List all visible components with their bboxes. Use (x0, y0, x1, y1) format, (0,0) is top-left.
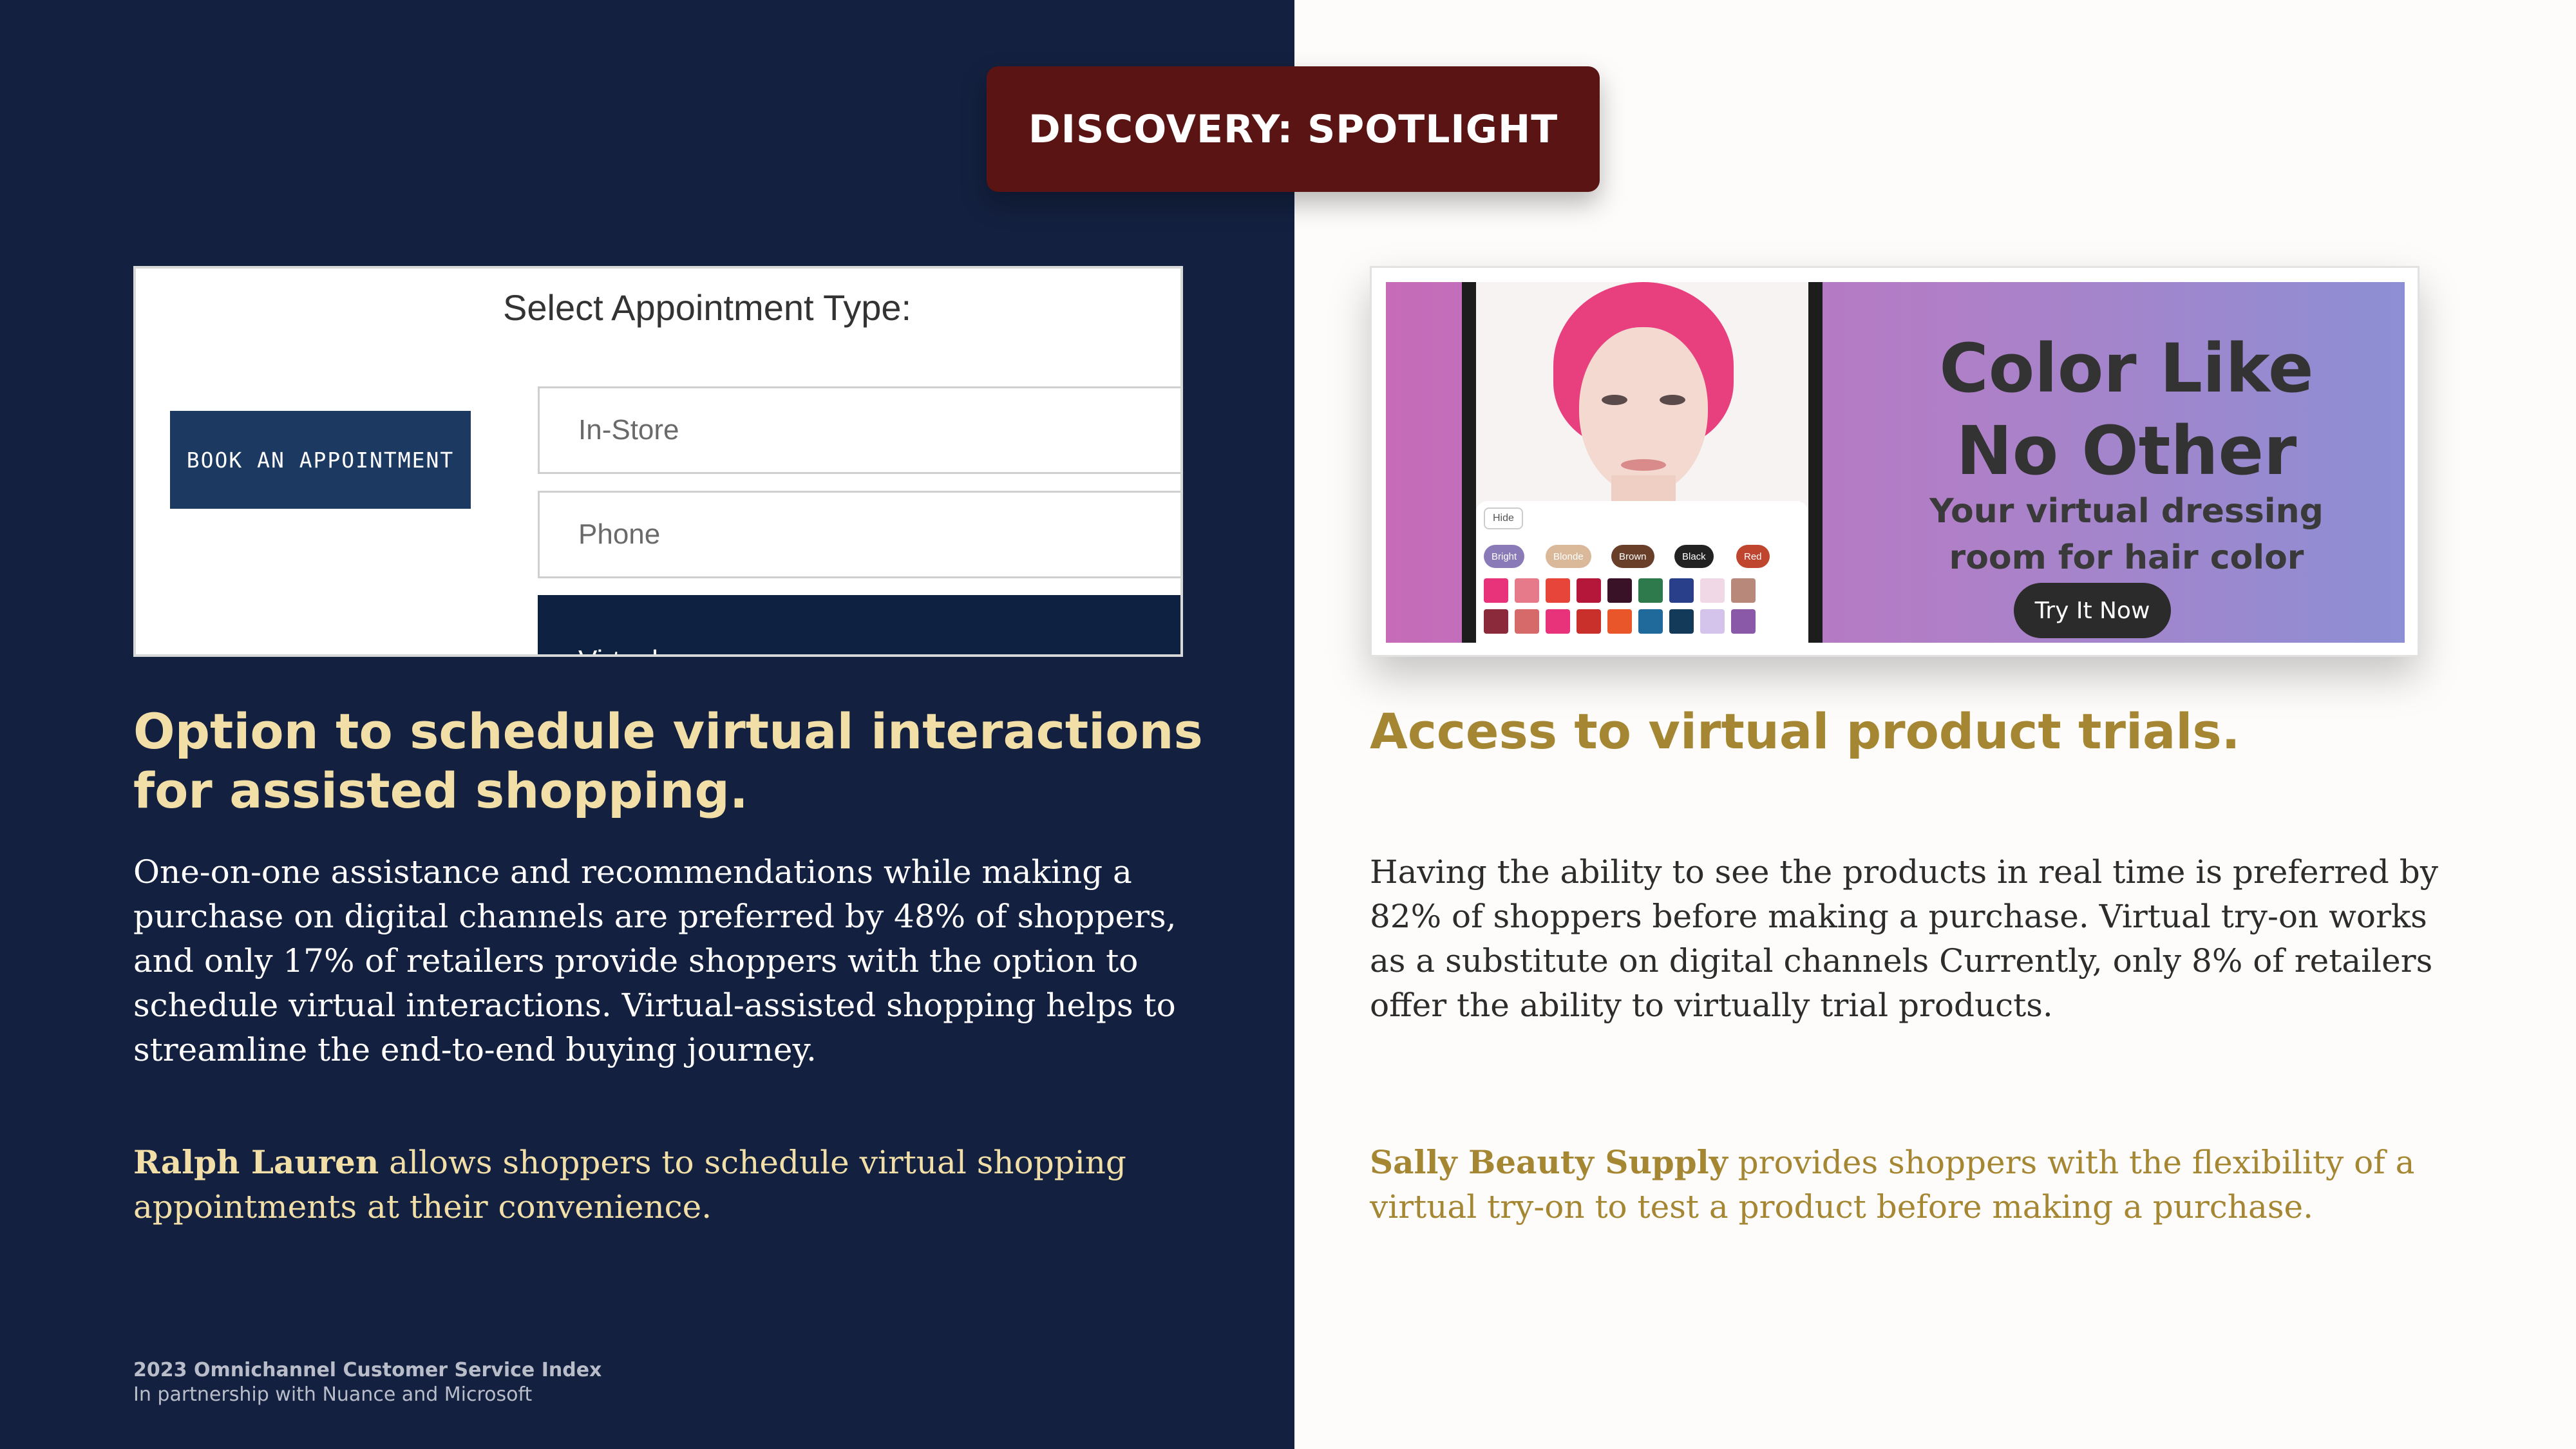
hide-button[interactable]: Hide (1484, 507, 1523, 529)
swatch[interactable] (1731, 609, 1756, 634)
swatch[interactable] (1638, 578, 1663, 603)
swatch[interactable] (1484, 609, 1508, 634)
swatch[interactable] (1515, 578, 1539, 603)
right-example-brand: Sally Beauty Supply (1370, 1143, 1728, 1181)
virtual-trial-screenshot: Hide Bright Blonde Brown Black Red Color… (1370, 266, 2420, 657)
left-headline: Option to schedule virtual interactions … (133, 703, 1203, 819)
swatch[interactable] (1669, 609, 1694, 634)
swatch-selected[interactable] (1546, 609, 1570, 634)
swatch[interactable] (1515, 609, 1539, 634)
option-virtual[interactable]: Virtual (538, 595, 1180, 654)
chip-black[interactable]: Black (1674, 545, 1714, 568)
appointment-type-title: Select Appointment Type: (503, 287, 912, 328)
promo-subtitle-line-2: room for hair color (1949, 538, 2304, 577)
swatch[interactable] (1577, 578, 1601, 603)
promo-title-line-1: Color Like (1939, 329, 2314, 408)
section-banner: DISCOVERY: SPOTLIGHT (987, 66, 1600, 192)
swatch[interactable] (1700, 609, 1725, 634)
left-body: One-on-one assistance and recommendation… (133, 853, 1177, 1068)
book-appointment-button[interactable]: BOOK AN APPOINTMENT (170, 411, 471, 509)
chip-brown[interactable]: Brown (1611, 545, 1654, 568)
phone-mockup: Hide Bright Blonde Brown Black Red (1462, 282, 1823, 643)
swatch[interactable] (1607, 609, 1632, 634)
color-picker-panel: Hide Bright Blonde Brown Black Red (1476, 501, 1808, 643)
swatch[interactable] (1638, 609, 1663, 634)
footer-subtitle: In partnership with Nuance and Microsoft (133, 1383, 533, 1406)
option-phone[interactable]: Phone (538, 491, 1180, 578)
model-portrait (1476, 282, 1808, 520)
promo-subtitle-line-1: Your virtual dressing (1929, 492, 2324, 531)
left-example-brand: Ralph Lauren (133, 1143, 379, 1181)
promo-title: Color Like No Other (1914, 327, 2339, 492)
right-example: Sally Beauty Supply provides shoppers wi… (1370, 1140, 2458, 1229)
right-headline: Access to virtual product trials. (1370, 703, 2240, 760)
left-example: Ralph Lauren allows shoppers to schedule… (133, 1140, 1228, 1229)
footer-title: 2023 Omnichannel Customer Service Index (133, 1359, 602, 1381)
chip-red[interactable]: Red (1736, 545, 1770, 568)
option-in-store[interactable]: In-Store (538, 386, 1180, 474)
try-it-now-button[interactable]: Try It Now (2014, 583, 2171, 638)
swatch[interactable] (1607, 578, 1632, 603)
model-eye-left (1602, 395, 1627, 405)
swatch[interactable] (1700, 578, 1725, 603)
promo-title-line-2: No Other (1956, 412, 2297, 490)
swatch[interactable] (1669, 578, 1694, 603)
promo-subtitle: Your virtual dressing room for hair colo… (1901, 488, 2352, 581)
right-body: Having the ability to see the products i… (1370, 853, 2438, 1024)
model-eye-right (1660, 395, 1685, 405)
model-lips (1621, 459, 1666, 471)
appointment-screenshot: Select Appointment Type: BOOK AN APPOINT… (133, 266, 1183, 657)
swatch[interactable] (1484, 578, 1508, 603)
chip-bright[interactable]: Bright (1484, 545, 1525, 568)
chip-blonde[interactable]: Blonde (1546, 545, 1591, 568)
swatch[interactable] (1731, 578, 1756, 603)
promo-banner-image: Hide Bright Blonde Brown Black Red Color… (1386, 282, 2405, 643)
swatch[interactable] (1546, 578, 1570, 603)
swatch[interactable] (1577, 609, 1601, 634)
